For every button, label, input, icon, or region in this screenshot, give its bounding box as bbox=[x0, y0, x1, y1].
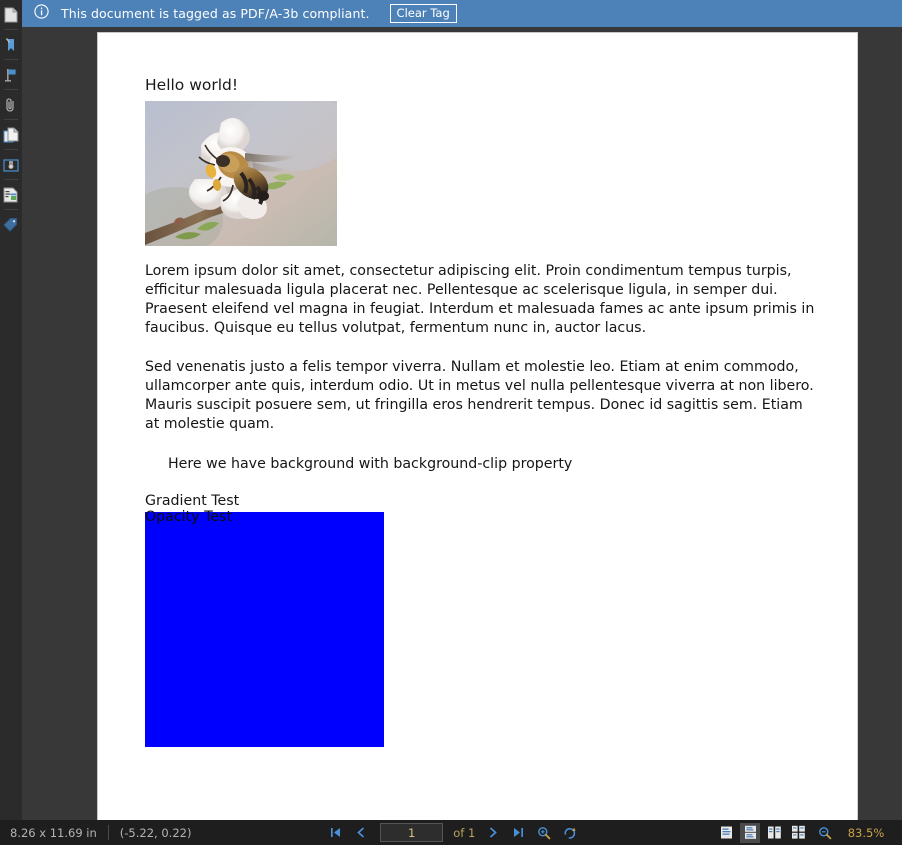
page-dimensions-label: 8.26 x 11.69 in bbox=[10, 825, 97, 840]
info-circle-icon bbox=[34, 4, 49, 23]
clear-tag-button[interactable]: Clear Tag bbox=[389, 3, 457, 24]
blue-test-rectangle bbox=[145, 512, 384, 748]
single-page-view-button[interactable] bbox=[716, 823, 736, 843]
zoom-in-icon bbox=[537, 826, 551, 840]
bee-on-flower-image bbox=[145, 101, 337, 247]
gradient-test-label: Gradient Test bbox=[145, 492, 240, 509]
cursor-position-label: (-5.22, 0.22) bbox=[119, 825, 192, 840]
pages-thumbnail-icon bbox=[4, 7, 18, 23]
background-clip-text: Here we have background with background-… bbox=[168, 455, 573, 472]
first-page-icon bbox=[329, 826, 342, 839]
rotate-view-icon bbox=[563, 826, 577, 840]
last-page-button[interactable] bbox=[510, 823, 526, 843]
first-page-button[interactable] bbox=[327, 823, 343, 843]
rotate-view-button[interactable] bbox=[562, 823, 578, 843]
sidebar-item-pages[interactable] bbox=[0, 0, 22, 30]
bookmark-ribbon-icon bbox=[4, 37, 18, 53]
zoom-level-label[interactable]: 83.5% bbox=[838, 826, 894, 840]
sidebar-item-signatures[interactable] bbox=[0, 150, 22, 180]
two-page-view-button[interactable] bbox=[764, 823, 784, 843]
status-divider bbox=[107, 825, 109, 840]
sidebar-item-form-fields[interactable] bbox=[0, 180, 22, 210]
tags-label-icon bbox=[3, 217, 19, 233]
page-number-input[interactable] bbox=[380, 823, 444, 842]
sidebar-item-layers[interactable] bbox=[0, 120, 22, 150]
sidebar-item-tags[interactable] bbox=[0, 210, 22, 240]
signature-stamp-icon bbox=[3, 158, 19, 172]
banner-message: This document is tagged as PDF/A-3b comp… bbox=[61, 6, 370, 21]
zoom-out-icon bbox=[818, 826, 832, 840]
opacity-test-box-area: Opacity Test bbox=[145, 509, 384, 748]
flag-marker-icon bbox=[4, 67, 18, 83]
pdfa-compliance-banner: This document is tagged as PDF/A-3b comp… bbox=[22, 0, 902, 27]
zoom-in-button[interactable] bbox=[536, 823, 552, 843]
document-viewer-canvas[interactable]: Hello world! Lorem ipsum dolor sit amet,… bbox=[22, 27, 902, 820]
paragraph-lorem-1: Lorem ipsum dolor sit amet, consectetur … bbox=[145, 263, 815, 336]
page-count-label: of 1 bbox=[453, 825, 476, 840]
sidebar-item-bookmarks[interactable] bbox=[0, 30, 22, 60]
previous-page-icon bbox=[355, 826, 368, 839]
layers-copy-icon bbox=[3, 127, 19, 143]
paperclip-attachment-icon bbox=[4, 97, 18, 113]
page-title: Hello world! bbox=[145, 76, 239, 94]
sidebar-item-annotations[interactable] bbox=[0, 60, 22, 90]
opacity-test-label: Opacity Test bbox=[145, 509, 233, 526]
zoom-out-button[interactable] bbox=[817, 823, 833, 843]
pdf-viewer-window: This document is tagged as PDF/A-3b comp… bbox=[0, 0, 902, 845]
form-fields-icon bbox=[3, 187, 19, 203]
pdf-page: Hello world! Lorem ipsum dolor sit amet,… bbox=[97, 32, 858, 820]
two-page-cover-view-button[interactable] bbox=[788, 823, 808, 843]
next-page-icon bbox=[486, 826, 499, 839]
continuous-scroll-view-button[interactable] bbox=[740, 822, 761, 843]
page-content: Hello world! Lorem ipsum dolor sit amet,… bbox=[145, 76, 817, 748]
previous-page-button[interactable] bbox=[353, 823, 369, 843]
view-mode-group bbox=[714, 822, 810, 843]
sidebar-icon-rail bbox=[0, 0, 22, 845]
paragraph-lorem-2: Sed venenatis justo a felis tempor viver… bbox=[145, 358, 814, 432]
last-page-icon bbox=[512, 826, 525, 839]
sidebar-item-attachments[interactable] bbox=[0, 90, 22, 120]
next-page-button[interactable] bbox=[484, 823, 500, 843]
status-bar: 8.26 x 11.69 in (-5.22, 0.22) of 1 bbox=[0, 820, 902, 845]
